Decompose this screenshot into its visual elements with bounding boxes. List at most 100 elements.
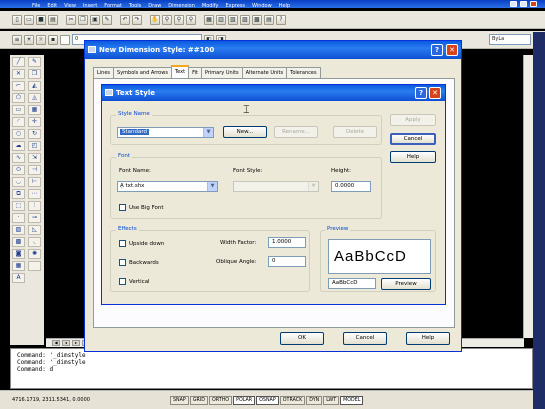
line-icon[interactable]: ╱ xyxy=(12,57,25,67)
close-button[interactable] xyxy=(530,1,537,7)
markup-icon[interactable]: ▩ xyxy=(252,14,262,25)
menu-item-draw[interactable]: Draw xyxy=(148,3,161,9)
first-tab-arrow-icon[interactable]: ◀ xyxy=(52,340,60,346)
table-icon[interactable]: ▦ xyxy=(12,261,25,271)
insert-block-icon[interactable]: ⧉ xyxy=(12,189,25,199)
menu-item-insert[interactable]: Insert xyxy=(83,3,97,9)
tab-text[interactable]: Text xyxy=(170,65,190,78)
checkbox-box[interactable] xyxy=(119,278,126,285)
cut-icon[interactable]: ✂ xyxy=(66,14,76,25)
arc-icon[interactable]: ◜ xyxy=(12,117,25,127)
ellipse-icon[interactable]: ⬭ xyxy=(12,165,25,175)
status-toggle-dyn[interactable]: DYN xyxy=(306,395,323,405)
help-icon[interactable]: ? xyxy=(276,14,286,25)
point-icon[interactable]: · xyxy=(12,213,25,223)
paste-icon[interactable]: ▣ xyxy=(90,14,100,25)
status-toggle-grid[interactable]: GRID xyxy=(189,395,208,405)
make-block-icon[interactable]: ⬚ xyxy=(12,201,25,211)
undo-icon[interactable]: ↶ xyxy=(120,14,130,25)
spline-icon[interactable]: ∿ xyxy=(12,153,25,163)
menu-item-file[interactable]: File xyxy=(32,3,40,9)
extend-icon[interactable]: ⊢ xyxy=(28,177,41,187)
menu-item-view[interactable]: View xyxy=(64,3,76,9)
preview-text-input[interactable]: AaBbCcD xyxy=(328,278,376,289)
status-toggle-otrack[interactable]: OTRACK xyxy=(279,395,306,405)
menu-item-tools[interactable]: Tools xyxy=(129,3,141,9)
menu-item-dimension[interactable]: Dimension xyxy=(168,3,195,9)
trim-icon[interactable]: ⊣ xyxy=(28,165,41,175)
status-toggle-snap[interactable]: SNAP xyxy=(170,395,189,405)
text-style-help-button[interactable]: Help xyxy=(390,151,436,163)
tab-fit[interactable]: Fit xyxy=(188,67,202,78)
vertical-scrollbar[interactable] xyxy=(523,55,533,338)
rotate-icon[interactable]: ↻ xyxy=(28,129,41,139)
upside-down-checkbox[interactable]: Upside down xyxy=(119,240,164,247)
status-toggle-osnap[interactable]: OSNAP xyxy=(256,395,279,405)
apply-button[interactable]: Apply xyxy=(390,114,436,126)
polyline-icon[interactable]: ⌐ xyxy=(12,81,25,91)
status-toggle-polar[interactable]: POLAR xyxy=(233,395,256,405)
style-name-combo[interactable]: Standard ▼ xyxy=(117,127,214,138)
menu-item-modify[interactable]: Modify xyxy=(202,3,219,9)
calculator-icon[interactable]: ▤ xyxy=(264,14,274,25)
font-style-combo[interactable]: ▼ xyxy=(233,181,319,192)
polygon-icon[interactable]: ⬠ xyxy=(12,93,25,103)
backwards-checkbox[interactable]: Backwards xyxy=(119,259,159,266)
width-factor-input[interactable]: 1.0000 xyxy=(268,237,306,248)
height-input[interactable]: 0.0000 xyxy=(331,181,371,192)
tool-palettes-icon[interactable]: ▧ xyxy=(228,14,238,25)
join-icon[interactable]: ⊸ xyxy=(28,213,41,223)
match-properties-icon[interactable]: ✎ xyxy=(102,14,112,25)
array-icon[interactable]: ▦ xyxy=(28,105,41,115)
color-combo[interactable]: ByLa xyxy=(489,34,531,45)
status-toggle-ortho[interactable]: ORTHO xyxy=(208,395,233,405)
mirror-icon[interactable]: ◭ xyxy=(28,81,41,91)
layer-manager-icon[interactable]: ≡ xyxy=(12,34,22,45)
help-title-button[interactable]: ? xyxy=(431,44,443,56)
prev-tab-arrow-icon[interactable]: ◂ xyxy=(62,340,70,346)
circle-icon[interactable]: ○ xyxy=(12,129,25,139)
rename-style-button[interactable]: Rename... xyxy=(274,126,318,138)
delete-style-button[interactable]: Delete xyxy=(333,126,377,138)
menu-item-express[interactable]: Express xyxy=(225,3,245,9)
redo-icon[interactable]: ↷ xyxy=(132,14,142,25)
explode-icon[interactable]: ✺ xyxy=(28,249,41,259)
text-style-cancel-button[interactable]: Cancel xyxy=(390,133,436,145)
help-button[interactable]: Help xyxy=(406,332,450,345)
vertical-checkbox[interactable]: Vertical xyxy=(119,278,150,285)
status-toggle-model[interactable]: MODEL xyxy=(340,395,364,405)
properties-icon[interactable]: ▦ xyxy=(204,14,214,25)
erase-icon[interactable]: ✎ xyxy=(28,57,41,67)
sheet-set-icon[interactable]: ▨ xyxy=(240,14,250,25)
break-icon[interactable]: ⫶ xyxy=(28,201,41,211)
minimize-button[interactable] xyxy=(510,1,517,7)
tab-alternate-units[interactable]: Alternate Units xyxy=(241,67,288,78)
tab-symbols-and-arrows[interactable]: Symbols and Arrows xyxy=(113,67,172,78)
command-prompt-line[interactable]: Command: d xyxy=(17,366,526,373)
copy-object-icon[interactable]: ❐ xyxy=(28,69,41,79)
ellipse-arc-icon[interactable]: ◡ xyxy=(12,177,25,187)
pan-icon[interactable]: ✋ xyxy=(150,14,160,25)
rectangle-icon[interactable]: ▭ xyxy=(12,105,25,115)
chevron-down-icon[interactable]: ▼ xyxy=(207,182,217,191)
scale-icon[interactable]: ◰ xyxy=(28,141,41,151)
offset-icon[interactable]: ◬ xyxy=(28,93,41,103)
font-name-combo[interactable]: A͎ txt.shx ▼ xyxy=(117,181,218,192)
cancel-button[interactable]: Cancel xyxy=(343,332,387,345)
tab-tolerances[interactable]: Tolerances xyxy=(286,67,321,78)
sun-icon[interactable]: ☼ xyxy=(36,34,46,45)
close-title-button[interactable]: ✕ xyxy=(446,44,458,56)
status-toggle-lwt[interactable]: LWT xyxy=(323,395,340,405)
zoom-window-icon[interactable]: ⚲ xyxy=(174,14,184,25)
new-icon[interactable]: ▯ xyxy=(12,14,22,25)
maximize-button[interactable] xyxy=(520,1,527,7)
preview-button[interactable]: Preview xyxy=(381,278,431,290)
text-style-close-title-button[interactable]: ✕ xyxy=(429,87,441,99)
oblique-angle-input[interactable]: 0 xyxy=(268,256,306,267)
save-icon[interactable]: ■ xyxy=(36,14,46,25)
checkbox-box[interactable] xyxy=(119,240,126,247)
fillet-icon[interactable]: ◟ xyxy=(28,237,41,247)
next-tab-arrow-icon[interactable]: ▸ xyxy=(72,340,80,346)
open-icon[interactable]: ▭ xyxy=(24,14,34,25)
menu-item-edit[interactable]: Edit xyxy=(47,3,57,9)
